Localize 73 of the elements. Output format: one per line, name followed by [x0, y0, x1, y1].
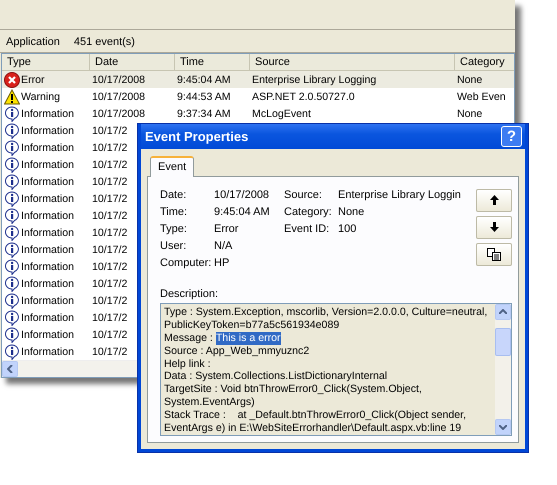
- table-cell: 10/17/2: [92, 244, 128, 256]
- description-line: Data : System.Collections.ListDictionaryInternal: [164, 370, 388, 384]
- field-value: N/A: [214, 240, 234, 252]
- table-cell: 9:37:34 AM: [177, 108, 231, 120]
- table-cell: Information: [21, 294, 74, 306]
- description-line: Help link :: [164, 358, 212, 370]
- table-cell: Information: [21, 108, 74, 120]
- field-label: Time:: [160, 206, 188, 218]
- table-cell: 10/17/2: [92, 142, 128, 154]
- field-label: Event ID:: [284, 222, 330, 235]
- table-cell: Information: [21, 192, 74, 204]
- table-cell: 10/17/2: [92, 260, 128, 272]
- table-cell: None: [457, 74, 482, 86]
- table-cell: Warning: [21, 90, 60, 102]
- table-cell: Information: [21, 312, 74, 324]
- table-cell: ASP.NET 2.0.50727.0: [252, 90, 355, 102]
- table-cell: 9:45:04 AM: [177, 74, 231, 86]
- table-cell: Information: [21, 244, 74, 256]
- table-cell: 10/17/2: [92, 278, 128, 290]
- table-cell: 10/17/2008: [92, 90, 146, 102]
- field-value: 9:45:04 AM: [214, 206, 271, 218]
- table-cell: Web Even: [457, 90, 506, 102]
- table-cell: 10/17/2: [92, 176, 128, 188]
- table-cell: Information: [21, 260, 74, 272]
- table-cell: 10/17/2: [92, 346, 128, 358]
- description-line: TargetSite : Void btnThrowError0_Click(System.Object,: [164, 383, 423, 396]
- table-cell: 10/17/2008: [92, 74, 146, 86]
- field-value: 10/17/2008: [214, 188, 270, 201]
- table-cell: Information: [21, 142, 74, 154]
- table-cell: Error: [21, 74, 45, 86]
- table-cell: Enterprise Library Logging: [252, 74, 376, 86]
- table-cell: 10/17/2: [92, 328, 128, 340]
- table-cell: 10/17/2: [92, 158, 128, 170]
- description-line: EventArgs e) in E:\WebSiteErrorhandler\Default.aspx.vb:line 19: [164, 422, 462, 435]
- table-cell: 10/17/2: [92, 312, 128, 324]
- table-cell: 9:44:53 AM: [177, 90, 231, 102]
- description-label: Description:: [160, 288, 220, 300]
- description-line: Source : App_Web_mmyuznc2: [164, 344, 310, 358]
- table-cell: Information: [21, 278, 74, 290]
- field-value: Error: [214, 222, 240, 235]
- table-cell: 10/17/2008: [92, 108, 146, 120]
- field-value: None: [338, 206, 366, 218]
- table-cell: 10/17/2: [92, 294, 128, 306]
- field-value: 100: [338, 222, 358, 235]
- table-cell: Information: [21, 158, 74, 170]
- table-cell: Information: [21, 328, 74, 340]
- field-label: Date:: [160, 188, 188, 201]
- dialog-title: Event Properties: [145, 128, 248, 144]
- field-label: Source:: [284, 188, 323, 201]
- table-cell: 10/17/2: [92, 210, 128, 222]
- field-label: User:: [160, 240, 188, 252]
- field-value: HP: [214, 256, 230, 269]
- table-cell: 10/17/2: [92, 226, 128, 238]
- table-cell: Information: [21, 346, 74, 358]
- table-cell: None: [457, 108, 482, 120]
- table-cell: 10/17/2: [92, 192, 128, 204]
- description-line: Type : System.Exception, mscorlib, Version=2.0.0.0, Culture=neutral,: [164, 306, 488, 319]
- table-cell: 10/17/2: [92, 124, 128, 136]
- event-count: 451 event(s): [74, 36, 135, 48]
- description-line: PublicKeyToken=b77a5c561934e089: [164, 318, 340, 332]
- table-cell: McLogEvent: [252, 108, 311, 120]
- field-label: Category:: [284, 206, 333, 218]
- description-line: Message : This is a error: [164, 332, 282, 345]
- field-value: Enterprise Library Loggin: [338, 188, 461, 201]
- table-cell: Information: [21, 210, 74, 222]
- table-cell: Information: [21, 226, 74, 238]
- table-cell: Information: [21, 176, 74, 188]
- table-cell: Information: [21, 124, 74, 136]
- field-label: Computer:: [160, 256, 212, 269]
- description-line: Stack Trace : at _Default.btnThrowError0_Click(Object sender,: [164, 409, 468, 422]
- description-line: System.EventArgs): [164, 396, 256, 410]
- log-name: Application: [6, 36, 60, 48]
- field-label: Type:: [160, 222, 188, 235]
